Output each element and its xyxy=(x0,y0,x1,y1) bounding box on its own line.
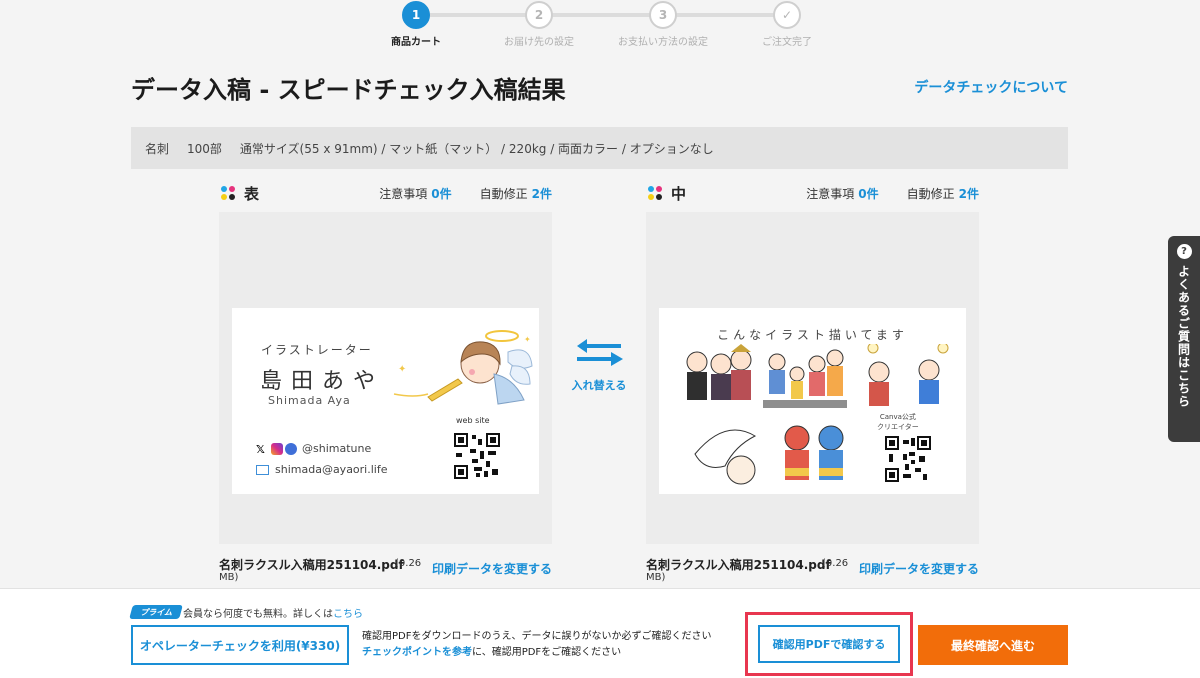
front-side-panel: 表 注意事項 0件 自動修正 2件 イラストレーター 島田あや Shimada … xyxy=(219,180,552,583)
mail-icon xyxy=(256,464,269,475)
front-panel-header: 表 注意事項 0件 自動修正 2件 xyxy=(219,180,552,206)
card-role: イラストレーター xyxy=(261,343,373,357)
notice-line-1: 確認用PDFをダウンロードのうえ、データに誤りがないか必ずご確認ください xyxy=(362,631,712,642)
autofix-count[interactable]: 2件 xyxy=(959,185,979,202)
step-connector xyxy=(416,13,539,17)
canva-line-1: Canva公式 xyxy=(879,413,916,421)
back-change-data-link[interactable]: 印刷データを変更する xyxy=(859,560,979,577)
faq-label: よくあるご質問はこちら xyxy=(1176,265,1191,408)
front-change-data-link[interactable]: 印刷データを変更する xyxy=(432,560,552,577)
confirm-pdf-highlight: 確認用PDFで確認する xyxy=(745,612,913,676)
x-logo-icon: 𝕏 xyxy=(256,442,265,456)
notice-line-2-text: に、確認用PDFをご確認ください xyxy=(472,647,622,658)
front-card-preview[interactable]: イラストレーター 島田あや Shimada Aya ✦ ✦ 𝕏 @shimatu… xyxy=(232,308,539,494)
caution-label: 注意事項 xyxy=(806,186,855,201)
step-3-dot: 3 xyxy=(649,1,677,29)
card-sns-row: 𝕏 @shimatune xyxy=(256,442,372,456)
swap-label: 入れ替える xyxy=(571,379,627,392)
notice-line-2: チェックポイントを参考に、確認用PDFをご確認ください xyxy=(362,645,711,661)
confirm-pdf-button[interactable]: 確認用PDFで確認する xyxy=(758,625,900,663)
canva-creator-label: Canva公式 クリエイター xyxy=(877,412,919,432)
front-file-size-unit: MB) xyxy=(219,572,239,583)
data-check-about-link[interactable]: データチェックについて xyxy=(914,77,1068,97)
bottom-action-bar: プライム 会員なら何度でも無料。詳しくはこちら オペレーターチェックを利用(¥3… xyxy=(0,588,1200,678)
card-email: shimada@ayaori.life xyxy=(275,463,388,476)
step-1-dot: 1 xyxy=(402,1,430,29)
question-icon: ? xyxy=(1176,244,1192,259)
back-file-size-unit: MB) xyxy=(646,572,666,583)
prime-note: 会員なら何度でも無料。詳しくはこちら xyxy=(183,605,363,620)
card-sns-handle: @shimatune xyxy=(302,442,372,455)
step-1-label: 商品カート xyxy=(391,37,441,48)
prime-details-link[interactable]: こちら xyxy=(333,609,363,620)
caution-count[interactable]: 0件 xyxy=(858,185,878,202)
page-title: データ入稿 - スピードチェック入稿結果 xyxy=(131,76,566,104)
step-2-label: お届け先の設定 xyxy=(504,37,574,48)
spec-product-type: 名刺 xyxy=(145,141,170,156)
front-preview-area: イラストレーター 島田あや Shimada Aya ✦ ✦ 𝕏 @shimatu… xyxy=(219,212,552,544)
product-spec-bar: 名刺 100部 通常サイズ(55 x 91mm) / マット紙（マット） / 2… xyxy=(131,127,1068,169)
front-file-row: 名刺ラクスル入稿用251104.pdf (0.26 MB) 印刷データを変更する xyxy=(219,556,552,588)
card-mail-row: shimada@ayaori.life xyxy=(256,463,388,476)
back-card-preview[interactable]: こんなイラスト描いてます Canva公式 クリエイター xyxy=(659,308,966,494)
back-card-title: こんなイラスト描いてます xyxy=(717,328,908,342)
caution-count[interactable]: 0件 xyxy=(431,185,451,202)
autofix-label: 自動修正 xyxy=(906,186,955,201)
step-complete-check-icon: ✓ xyxy=(773,1,801,29)
back-side-label: 中 xyxy=(671,184,687,203)
card-web-label: web site xyxy=(456,416,490,425)
operator-check-button[interactable]: オペレーターチェックを利用(¥330) xyxy=(131,625,349,665)
front-side-label: 表 xyxy=(244,184,260,203)
back-side-panel: 中 注意事項 0件 自動修正 2件 こんなイラスト描いてます Canva公式 ク… xyxy=(646,180,979,583)
svg-text:✦: ✦ xyxy=(398,364,406,375)
cmyk-icon xyxy=(221,186,235,200)
final-confirm-button[interactable]: 最終確認へ進む xyxy=(918,625,1068,665)
back-file-size: (0.26 xyxy=(822,558,849,569)
card-name: 島田あや xyxy=(260,369,385,394)
step-3-label: お支払い方法の設定 xyxy=(618,37,708,48)
back-panel-header: 中 注意事項 0件 自動修正 2件 xyxy=(646,180,979,206)
card-roman-name: Shimada Aya xyxy=(268,394,351,407)
step-4-label: ご注文完了 xyxy=(762,37,812,48)
autofix-count[interactable]: 2件 xyxy=(532,185,552,202)
front-file-name: 名刺ラクスル入稿用251104.pdf xyxy=(219,558,404,572)
cmyk-icon xyxy=(648,186,662,200)
prime-note-text: 会員なら何度でも無料。詳しくは xyxy=(183,609,333,620)
back-preview-area: こんなイラスト描いてます Canva公式 クリエイター xyxy=(646,212,979,544)
qr-code-icon xyxy=(454,433,500,479)
canva-line-2: クリエイター xyxy=(877,423,919,431)
swap-arrows-icon xyxy=(577,339,623,366)
faq-side-tab[interactable]: ? よくあるご質問はこちら xyxy=(1168,236,1200,442)
confirmation-notice: 確認用PDFをダウンロードのうえ、データに誤りがないか必ずご確認ください チェッ… xyxy=(362,629,711,661)
spec-quantity: 100部 xyxy=(187,141,222,156)
spec-details: 通常サイズ(55 x 91mm) / マット紙（マット） / 220kg / 両… xyxy=(239,141,714,156)
step-connector xyxy=(539,13,663,17)
step-2-dot: 2 xyxy=(525,1,553,29)
prime-badge: プライム xyxy=(129,605,183,619)
swap-sides-button[interactable]: 入れ替える xyxy=(565,337,633,393)
front-file-size: (0.26 xyxy=(395,558,422,569)
back-file-row: 名刺ラクスル入稿用251104.pdf (0.26 MB) 印刷データを変更する xyxy=(646,556,979,588)
step-connector xyxy=(663,13,787,17)
back-file-name: 名刺ラクスル入稿用251104.pdf xyxy=(646,558,831,572)
threads-icon xyxy=(285,442,297,455)
svg-text:✦: ✦ xyxy=(524,335,531,344)
progress-stepper: 1 2 3 ✓ 商品カート お届け先の設定 お支払い方法の設定 ご注文完了 xyxy=(360,0,840,50)
angle-illustration-icon: ✦ ✦ xyxy=(393,330,533,405)
caution-label: 注意事項 xyxy=(379,186,428,201)
qr-code-icon xyxy=(885,436,931,482)
autofix-label: 自動修正 xyxy=(479,186,528,201)
checkpoint-link[interactable]: チェックポイントを参考 xyxy=(362,647,472,658)
instagram-icon xyxy=(271,442,283,455)
